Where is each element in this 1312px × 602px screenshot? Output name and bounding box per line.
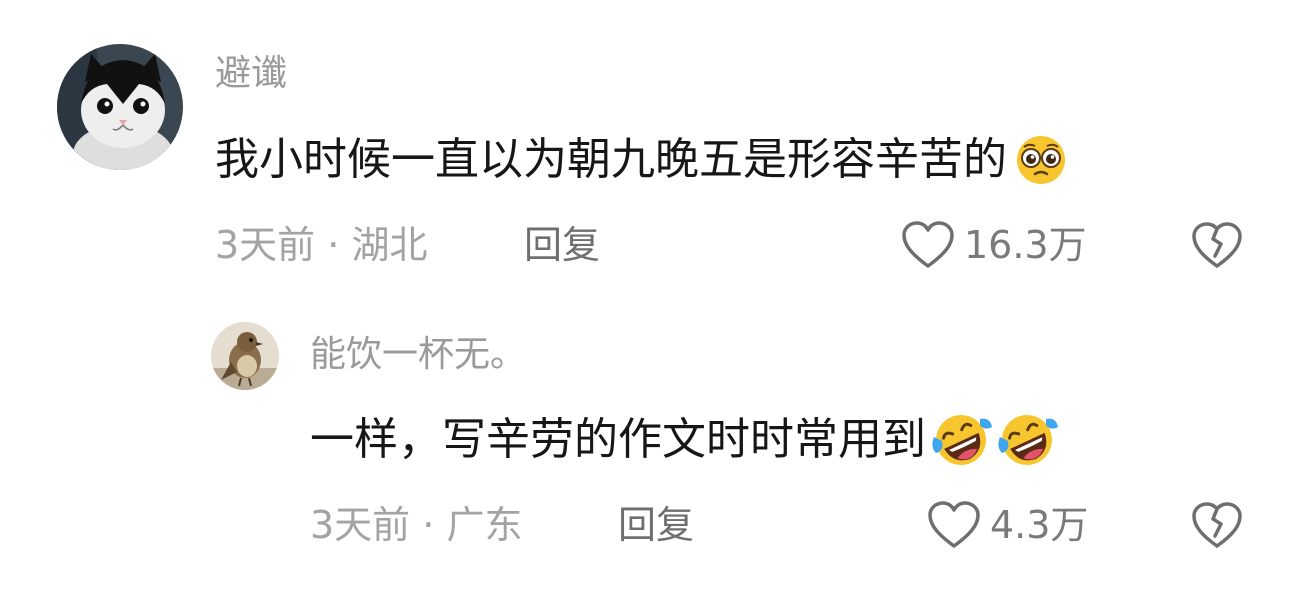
reply-text: 一样，写辛劳的作文时时常用到 <box>310 411 1060 469</box>
rolling-laughing-icon <box>994 411 1060 469</box>
comment-text-content: 我小时候一直以为朝九晚五是形容辛苦的 <box>215 134 1007 185</box>
cat-avatar-image <box>57 44 183 170</box>
comment-meta: 3天前 · 湖北 <box>215 222 427 268</box>
comment-time: 3天前 <box>215 223 316 267</box>
reply-username[interactable]: 能饮一杯无。 <box>310 333 526 377</box>
reply-button[interactable]: 回复 <box>524 222 600 268</box>
comment-location: 湖北 <box>351 223 428 267</box>
reply-location: 广东 <box>446 503 523 547</box>
comment-text: 我小时候一直以为朝九晚五是形容辛苦的 <box>215 133 1073 187</box>
reply-time: 3天前 <box>310 503 411 547</box>
dislike-button[interactable] <box>1190 220 1244 270</box>
pleading-face-icon <box>1009 134 1073 186</box>
sparrow-avatar-image <box>211 322 279 390</box>
comment-username[interactable]: 避谶 <box>215 52 287 96</box>
reply-avatar[interactable] <box>211 322 279 390</box>
like-button[interactable]: 16.3万 <box>900 217 1087 273</box>
heart-icon <box>900 220 956 270</box>
reply-text-content: 一样，写辛劳的作文时时常用到 <box>310 414 926 465</box>
heart-icon <box>926 500 982 550</box>
like-count: 16.3万 <box>964 223 1087 267</box>
meta-separator: · <box>410 503 447 547</box>
reply-dislike-button[interactable] <box>1190 500 1244 550</box>
rolling-laughing-icon <box>928 411 994 469</box>
reply-like-button[interactable]: 4.3万 <box>926 497 1088 553</box>
broken-heart-icon <box>1190 220 1244 270</box>
avatar[interactable] <box>57 44 183 170</box>
reply-reply-button[interactable]: 回复 <box>618 502 694 548</box>
broken-heart-icon <box>1190 500 1244 550</box>
reply-meta: 3天前 · 广东 <box>310 502 522 548</box>
reply-like-count: 4.3万 <box>990 503 1089 547</box>
meta-separator: · <box>315 223 352 267</box>
